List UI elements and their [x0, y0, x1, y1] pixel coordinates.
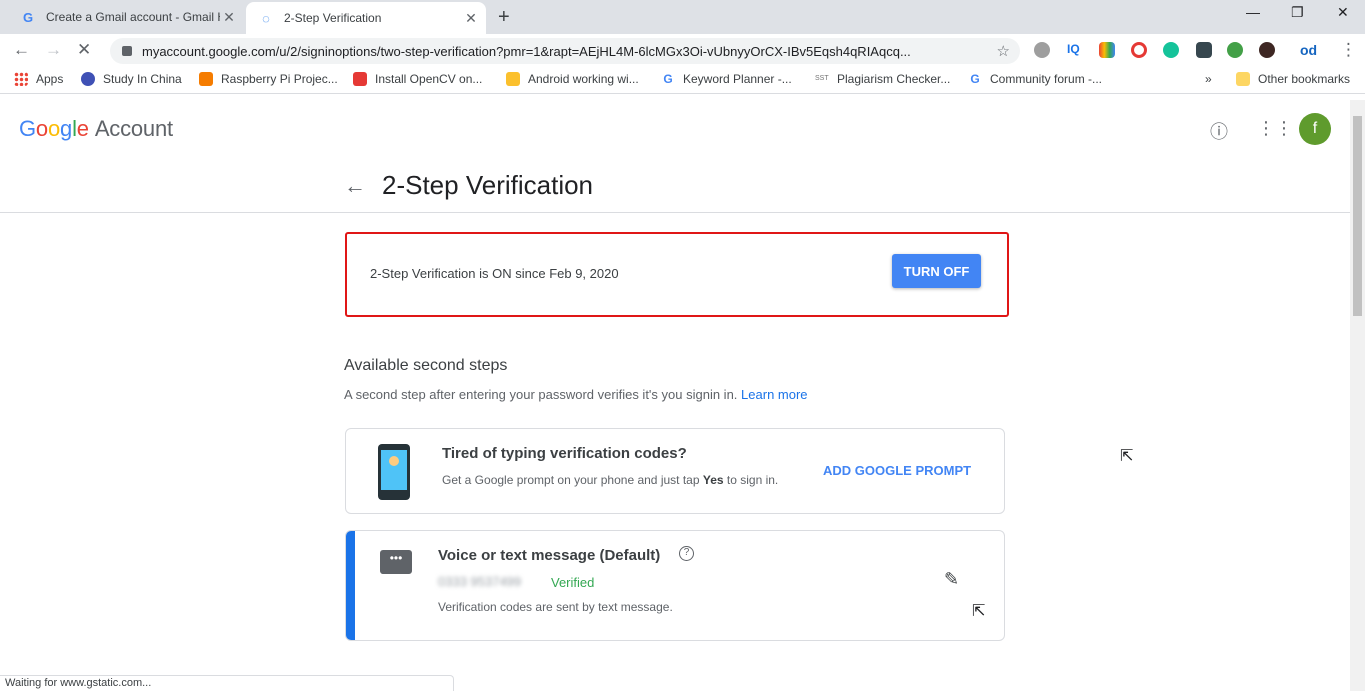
bookmark-label: Raspberry Pi Projec... — [221, 72, 338, 86]
close-window-icon[interactable]: ✕ — [1337, 4, 1349, 21]
turn-off-button[interactable]: TURN OFF — [892, 254, 981, 288]
prompt-card-description: Get a Google prompt on your phone and ju… — [442, 473, 779, 487]
default-indicator — [346, 531, 355, 640]
restore-icon[interactable]: ❐ — [1291, 4, 1304, 21]
back-arrow-icon[interactable]: ← — [13, 40, 30, 60]
extension-globe-icon[interactable] — [1034, 42, 1050, 58]
account-label: Account — [94, 116, 173, 141]
scrollbar[interactable] — [1350, 100, 1365, 691]
section-heading: Available second steps — [344, 357, 508, 374]
bookmark-install-opencv[interactable]: Install OpenCV on... — [353, 72, 482, 86]
extension-color-icon[interactable] — [1099, 42, 1115, 58]
extension-leaf-icon[interactable] — [1227, 42, 1243, 58]
mouse-cursor-icon: ⇱ — [972, 603, 986, 620]
bookmarks-bar: Apps Study In China Raspberry Pi Projec.… — [0, 66, 1365, 94]
loading-spinner-icon: ◌ — [262, 10, 270, 26]
back-arrow-icon[interactable]: ← — [344, 173, 366, 199]
sms-card-title: Voice or text message (Default) — [438, 547, 661, 564]
bookmark-star-icon[interactable]: ☆ — [997, 42, 1010, 60]
lock-icon — [122, 46, 132, 56]
bookmark-apps[interactable]: Apps — [14, 72, 63, 86]
tab-gmail[interactable]: G Create a Gmail account - Gmail H ✕ — [8, 0, 244, 34]
extension-iq-icon[interactable]: IQ — [1067, 42, 1085, 58]
google-icon: G — [661, 72, 675, 86]
apps-grid-icon — [14, 72, 28, 86]
page-title: 2-Step Verification — [382, 170, 594, 200]
study-icon — [81, 72, 95, 86]
bookmark-label: Android working wi... — [528, 72, 639, 86]
minimize-icon[interactable]: — — [1246, 4, 1260, 20]
tab-strip: G Create a Gmail account - Gmail H ✕ ◌ 2… — [0, 0, 1365, 34]
account-header: Google Account ⓘ ⋮⋮⋮ f — [0, 94, 1350, 162]
sst-icon: SST — [815, 72, 829, 86]
tab-2-step-verification[interactable]: ◌ 2-Step Verification ✕ — [246, 2, 486, 34]
extension-calculator-icon[interactable] — [1196, 42, 1212, 58]
bookmark-android-working[interactable]: Android working wi... — [506, 72, 639, 86]
other-bookmarks-folder[interactable]: Other bookmarks — [1236, 72, 1350, 86]
phone-illustration-icon — [378, 444, 410, 500]
bookmark-plagiarism-checker[interactable]: SST Plagiarism Checker... — [815, 72, 950, 86]
bookmark-study-in-china[interactable]: Study In China — [81, 72, 182, 86]
new-tab-button[interactable]: + — [498, 6, 510, 29]
bookmark-raspberry-pi[interactable]: Raspberry Pi Projec... — [199, 72, 338, 86]
help-circle-icon[interactable]: ? — [679, 546, 694, 561]
forward-arrow-icon[interactable]: → — [45, 40, 62, 60]
learn-more-link[interactable]: Learn more — [741, 387, 807, 402]
bookmark-label: Apps — [36, 72, 64, 86]
url-text: myaccount.google.com/u/2/signinoptions/t… — [142, 43, 911, 59]
status-text: 2-Step Verification is ON since Feb 9, 2… — [370, 266, 619, 281]
bookmark-label: Keyword Planner -... — [683, 72, 792, 86]
bookmark-label: Plagiarism Checker... — [837, 72, 951, 86]
android-icon — [506, 72, 520, 86]
tab-title: 2-Step Verification — [284, 11, 382, 25]
close-tab-icon[interactable]: ✕ — [220, 9, 238, 26]
bookmark-keyword-planner[interactable]: G Keyword Planner -... — [661, 72, 792, 86]
stop-loading-icon[interactable]: ✕ — [77, 40, 91, 60]
blogger-icon — [199, 72, 213, 86]
status-panel: 2-Step Verification is ON since Feb 9, 2… — [345, 232, 1009, 317]
tab-title: Create a Gmail account - Gmail H — [46, 10, 220, 24]
add-google-prompt-button[interactable]: ADD GOOGLE PROMPT — [823, 463, 971, 478]
bookmark-label: Install OpenCV on... — [375, 72, 483, 86]
bookmark-community-forum[interactable]: G Community forum -... — [968, 72, 1102, 86]
close-tab-icon[interactable]: ✕ — [462, 10, 480, 27]
sms-card: ••• Voice or text message (Default) ? 03… — [345, 530, 1005, 641]
google-favicon-icon: G — [22, 9, 34, 25]
bookmark-label: Other bookmarks — [1258, 72, 1351, 86]
page-content: Google Account ⓘ ⋮⋮⋮ f ← 2-Step Verificat… — [0, 94, 1350, 691]
extension-target-icon[interactable] — [1131, 42, 1147, 58]
scrollbar-thumb[interactable] — [1353, 116, 1362, 316]
sms-card-description: Verification codes are sent by text mess… — [438, 600, 673, 614]
help-icon[interactable]: ⓘ — [1210, 118, 1228, 144]
title-bar: ← 2-Step Verification — [0, 162, 1350, 213]
status-bar: Waiting for www.gstatic.com... — [0, 675, 454, 691]
google-icon: G — [968, 72, 982, 86]
google-account-logo[interactable]: Google Account — [19, 116, 173, 142]
phone-number: 0333 9537499 — [438, 574, 522, 589]
section-description: A second step after entering your passwo… — [344, 387, 808, 402]
bookmark-label: Community forum -... — [990, 72, 1103, 86]
edit-pencil-icon[interactable]: ✎ — [944, 569, 959, 590]
more-bookmarks-chevron-icon[interactable]: » — [1205, 72, 1212, 86]
avatar[interactable]: f — [1299, 113, 1331, 145]
extension-k-icon[interactable] — [1259, 42, 1275, 58]
google-prompt-card: Tired of typing verification codes? Get … — [345, 428, 1005, 514]
verified-label: Verified — [551, 575, 595, 590]
youtube-icon — [353, 72, 367, 86]
address-bar[interactable]: myaccount.google.com/u/2/signinoptions/t… — [110, 38, 1020, 64]
extension-od-icon[interactable]: od — [1300, 42, 1322, 58]
message-icon: ••• — [380, 550, 412, 574]
toolbar: ← → ✕ myaccount.google.com/u/2/signinopt… — [0, 34, 1365, 66]
bookmark-label: Study In China — [103, 72, 182, 86]
mouse-cursor-icon: ⇱ — [1120, 448, 1134, 465]
menu-kebab-icon[interactable]: ⋮ — [1340, 40, 1357, 60]
folder-icon — [1236, 72, 1250, 86]
prompt-card-title: Tired of typing verification codes? — [442, 445, 687, 462]
extension-grammarly-icon[interactable] — [1163, 42, 1179, 58]
